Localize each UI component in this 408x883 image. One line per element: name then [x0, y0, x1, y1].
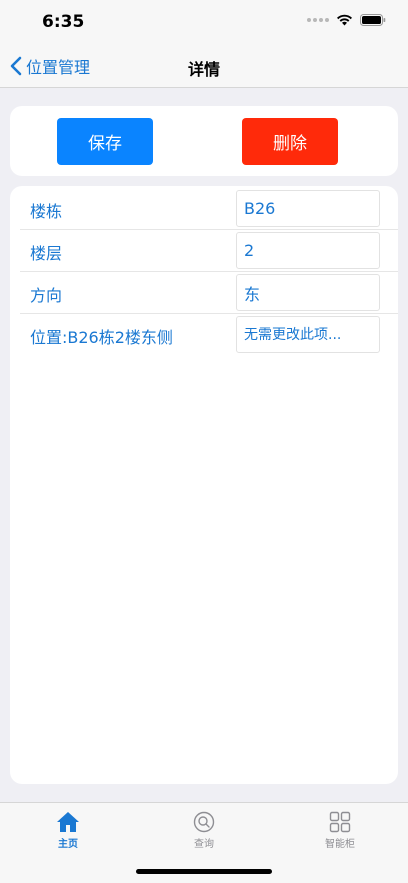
home-indicator — [136, 869, 272, 874]
home-icon — [57, 812, 79, 832]
field-row-building: 楼栋 — [20, 188, 398, 230]
tab-smart-cabinet-label: 智能柜 — [325, 839, 355, 850]
building-label: 楼栋 — [30, 202, 63, 221]
detail-card: 楼栋 楼层 方向 位置:B26栋2楼东侧 — [10, 186, 398, 784]
field-row-floor: 楼层 — [20, 230, 398, 272]
tab-search[interactable]: 查询 — [164, 811, 244, 850]
page-title: 详情 — [187, 60, 220, 79]
floor-input[interactable] — [236, 232, 380, 269]
location-input[interactable] — [236, 316, 380, 353]
status-time: 6:35 — [42, 12, 85, 32]
building-input[interactable] — [236, 190, 380, 227]
action-card: 保存 删除 — [10, 106, 398, 176]
tab-search-label: 查询 — [194, 839, 214, 850]
direction-label: 方向 — [30, 286, 63, 305]
direction-input[interactable] — [236, 274, 380, 311]
location-label: 位置:B26栋2楼东侧 — [30, 328, 173, 347]
grid-icon — [329, 811, 351, 833]
tab-smart-cabinet[interactable]: 智能柜 — [300, 811, 380, 850]
status-bar: 6:35 — [0, 0, 408, 46]
navigation-bar: 位置管理 详情 — [0, 46, 408, 88]
floor-label: 楼层 — [30, 244, 63, 263]
delete-button[interactable]: 删除 — [242, 118, 338, 165]
search-icon — [193, 811, 215, 833]
battery-icon — [360, 14, 386, 26]
status-icons — [307, 14, 386, 26]
wifi-icon — [337, 14, 352, 26]
field-row-direction: 方向 — [20, 272, 398, 314]
tab-home[interactable]: 主页 — [28, 811, 108, 850]
cellular-signal-icon — [307, 18, 329, 22]
field-row-location: 位置:B26栋2楼东侧 — [20, 314, 398, 356]
tab-home-label: 主页 — [58, 839, 78, 850]
save-button[interactable]: 保存 — [57, 118, 153, 165]
